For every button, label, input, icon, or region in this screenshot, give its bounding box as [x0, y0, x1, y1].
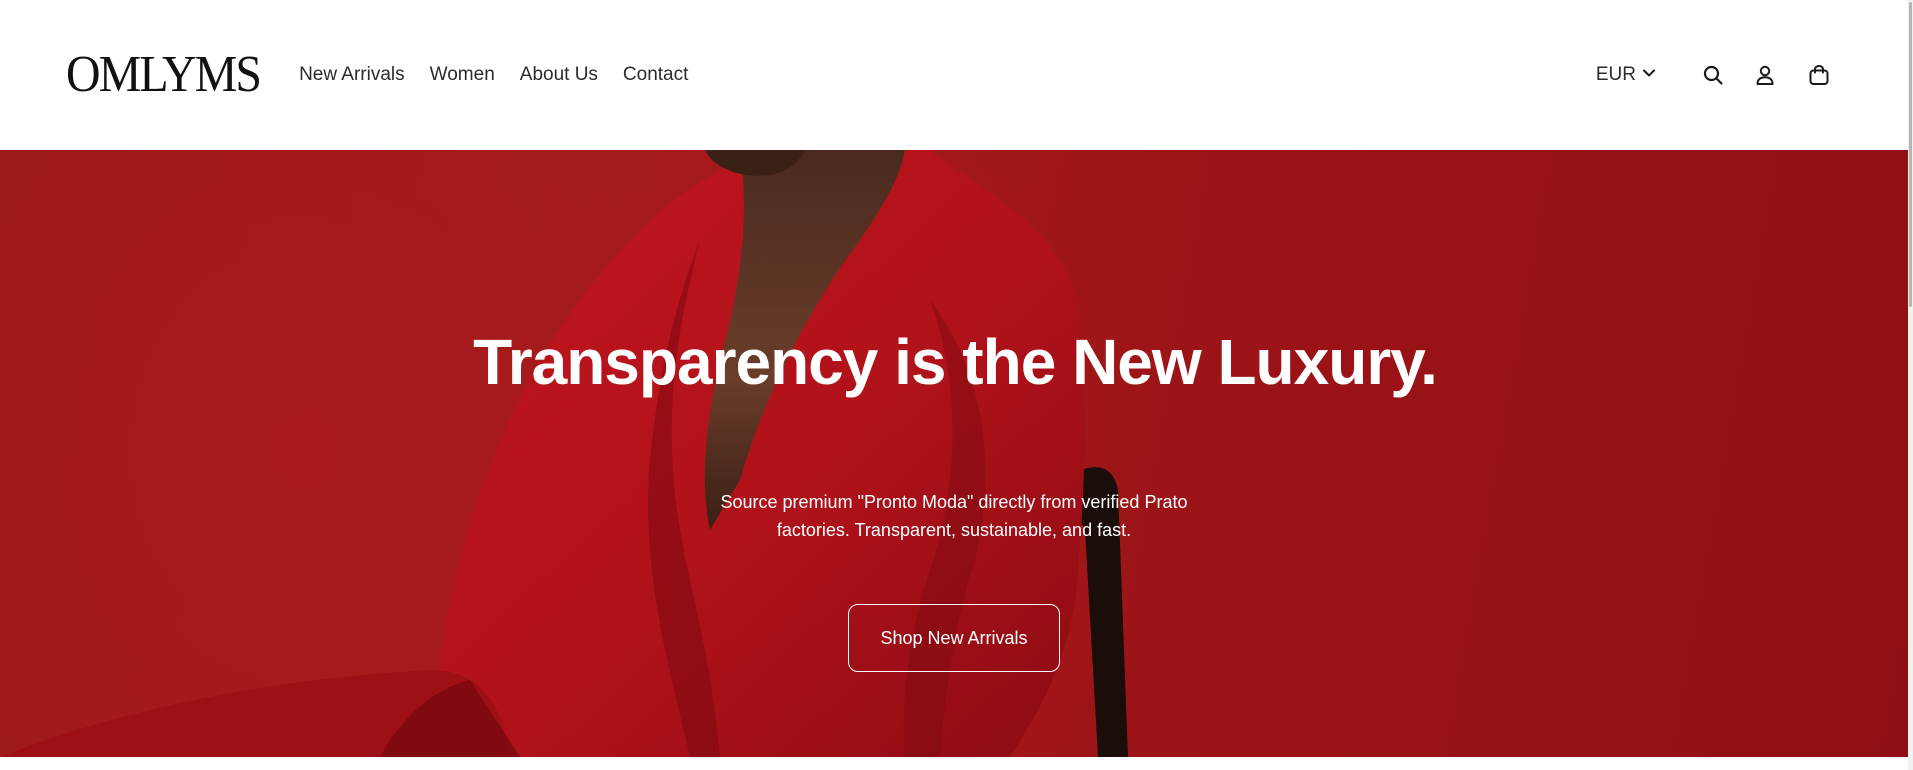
currency-label: EUR — [1595, 64, 1636, 85]
cart-button[interactable] — [1802, 58, 1836, 92]
chevron-down-icon — [1642, 64, 1656, 86]
search-icon — [1702, 64, 1724, 86]
hero-banner: Transparency is the New Luxury. Source p… — [0, 150, 1908, 757]
search-button[interactable] — [1696, 58, 1730, 92]
currency-selector[interactable]: EUR — [1596, 64, 1656, 86]
hero-subtitle: Source premium "Pronto Moda" directly fr… — [720, 492, 1188, 540]
header-actions: EUR — [1596, 58, 1836, 92]
brand-logo[interactable]: OMLYMS — [66, 49, 262, 101]
account-icon — [1754, 64, 1776, 86]
nav-item-women[interactable]: Women — [430, 64, 495, 86]
shopping-bag-icon — [1807, 63, 1831, 87]
account-button[interactable] — [1748, 58, 1782, 92]
site-header: OMLYMS New Arrivals Women About Us Conta… — [0, 0, 1908, 150]
scrollbar-thumb[interactable] — [1909, 2, 1912, 307]
nav-item-about-us[interactable]: About Us — [520, 64, 598, 86]
nav-item-new-arrivals[interactable]: New Arrivals — [299, 64, 405, 86]
nav-item-contact[interactable]: Contact — [623, 64, 688, 86]
page-content-below-hero — [0, 757, 1908, 770]
hero-content: Transparency is the New Luxury. Source p… — [0, 150, 1908, 757]
main-nav: New Arrivals Women About Us Contact — [299, 64, 688, 86]
shop-new-arrivals-button[interactable]: Shop New Arrivals — [848, 604, 1060, 672]
hero-title: Transparency is the New Luxury. — [473, 326, 1438, 398]
